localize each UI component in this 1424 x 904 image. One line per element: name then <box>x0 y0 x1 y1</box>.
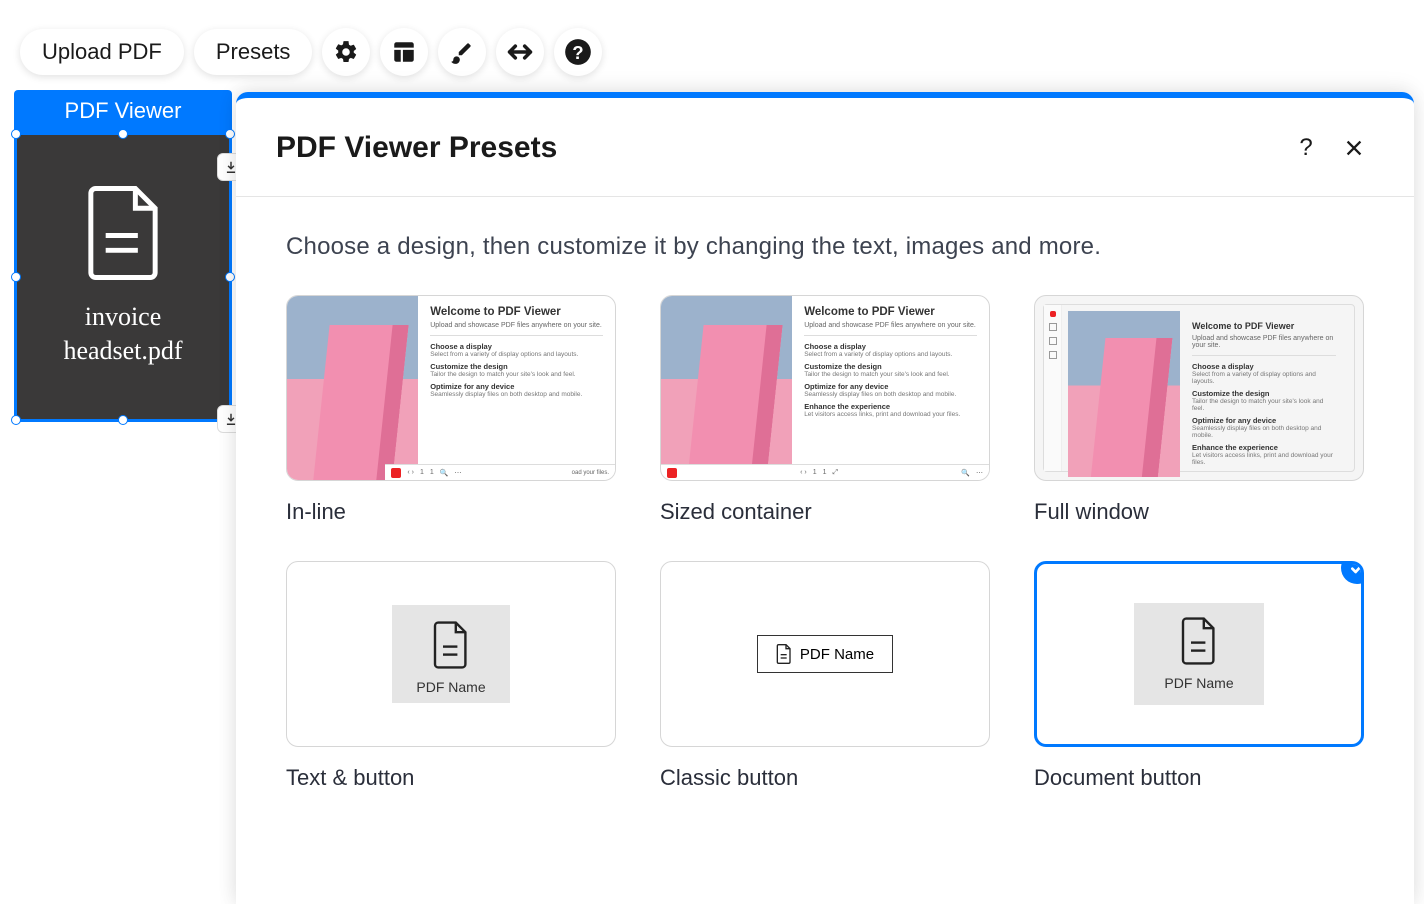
panel-intro: Choose a design, then customize it by ch… <box>286 233 1364 261</box>
resize-handle[interactable] <box>225 129 235 139</box>
close-icon <box>1343 137 1365 159</box>
gear-icon <box>333 39 359 65</box>
upload-pdf-button[interactable]: Upload PDF <box>20 29 184 75</box>
panel-title: PDF Viewer Presets <box>276 131 1278 165</box>
resize-handle[interactable] <box>225 272 235 282</box>
preset-in-line[interactable]: Welcome to PDF Viewer Upload and showcas… <box>286 295 616 525</box>
presets-panel: PDF Viewer Presets ? Choose a design, th… <box>236 92 1414 904</box>
stretch-button[interactable] <box>496 28 544 76</box>
pdf-viewer-widget[interactable]: PDF Viewer invoiceheadset.pdf <box>14 90 232 422</box>
resize-handle[interactable] <box>118 129 128 139</box>
panel-body: Choose a design, then customize it by ch… <box>236 197 1414 827</box>
question-icon: ? <box>1299 134 1312 162</box>
brush-icon <box>449 39 475 65</box>
layout-button[interactable] <box>380 28 428 76</box>
preset-label: In-line <box>286 499 616 525</box>
layout-icon <box>391 39 417 65</box>
pdf-chip-icon <box>1050 311 1056 317</box>
document-icon <box>776 644 792 664</box>
preset-label: Sized container <box>660 499 990 525</box>
preset-label: Full window <box>1034 499 1364 525</box>
horizontal-arrows-icon <box>506 38 534 66</box>
resize-handle[interactable] <box>11 129 21 139</box>
question-circle-icon: ? <box>564 38 592 66</box>
resize-handle[interactable] <box>118 415 128 425</box>
toolbar: Upload PDF Presets ? <box>20 28 602 76</box>
widget-body[interactable]: invoiceheadset.pdf <box>14 132 232 422</box>
panel-close-button[interactable] <box>1334 128 1374 168</box>
document-icon <box>431 621 471 669</box>
preset-classic-button[interactable]: PDF Name Classic button <box>660 561 990 791</box>
document-icon <box>1179 617 1219 665</box>
widget-filename: invoiceheadset.pdf <box>63 300 182 368</box>
preset-sized-container[interactable]: Welcome to PDF Viewer Upload and showcas… <box>660 295 990 525</box>
preset-document-button[interactable]: PDF Name Document button <box>1034 561 1364 791</box>
panel-help-button[interactable]: ? <box>1286 128 1326 168</box>
pdf-chip-icon <box>391 468 401 478</box>
selected-check-icon <box>1341 561 1364 584</box>
pdf-chip-icon <box>667 468 677 478</box>
widget-label: PDF Viewer <box>14 90 232 132</box>
preset-label: Text & button <box>286 765 616 791</box>
help-button[interactable]: ? <box>554 28 602 76</box>
preset-text-and-button[interactable]: PDF Name Text & button <box>286 561 616 791</box>
design-button[interactable] <box>438 28 486 76</box>
presets-grid: Welcome to PDF Viewer Upload and showcas… <box>286 295 1364 791</box>
preset-label: Document button <box>1034 765 1364 791</box>
document-icon <box>85 186 161 280</box>
presets-button[interactable]: Presets <box>194 29 313 75</box>
preset-full-window[interactable]: Welcome to PDF Viewer Upload and showcas… <box>1034 295 1364 525</box>
settings-button[interactable] <box>322 28 370 76</box>
resize-handle[interactable] <box>11 415 21 425</box>
svg-text:?: ? <box>573 42 584 63</box>
resize-handle[interactable] <box>11 272 21 282</box>
preset-label: Classic button <box>660 765 990 791</box>
panel-header: PDF Viewer Presets ? <box>236 98 1414 197</box>
